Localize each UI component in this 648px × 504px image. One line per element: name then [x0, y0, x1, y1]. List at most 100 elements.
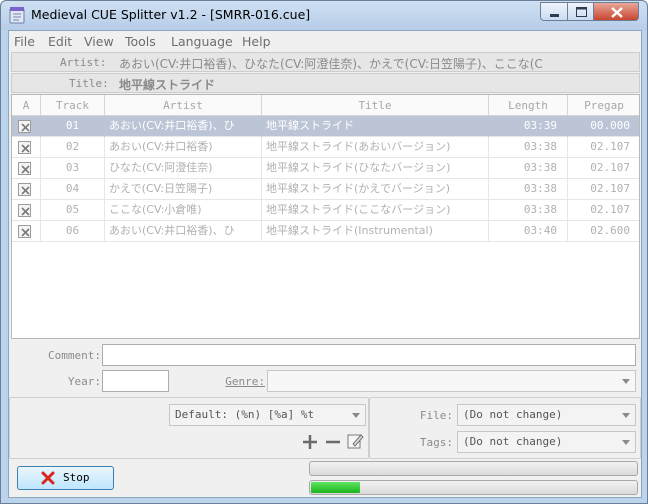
album-artist-row[interactable]: Artist: あおい(CV:井口裕香)、ひなた(CV:阿澄佳奈)、かえで(CV…: [11, 52, 640, 72]
track-number-cell: 01: [41, 116, 105, 137]
checkmark-x-icon: [21, 165, 30, 174]
year-label: Year:: [67, 375, 101, 388]
length-cell: 03:38: [489, 137, 568, 158]
minimize-icon: [550, 14, 559, 17]
track-number-cell: 05: [41, 200, 105, 221]
maximize-button[interactable]: [567, 2, 594, 21]
track-number-cell: 06: [41, 221, 105, 242]
minimize-button[interactable]: [540, 2, 568, 21]
track-row[interactable]: 03 ひなた(CV:阿澄佳奈) 地平線ストライド(ひなたバージョン) 03:38 02.…: [12, 158, 639, 179]
pregap-cell: 02.107: [590, 182, 630, 195]
file-label: File:: [419, 409, 453, 422]
album-title-row[interactable]: Title: 地平線ストライド: [11, 73, 640, 93]
chevron-down-icon: [622, 413, 630, 418]
checkmark-x-icon: [21, 228, 30, 237]
window-title: Medieval CUE Splitter v1.2 - [SMRR-016.c…: [31, 7, 311, 22]
artist-cell: あおい(CV:井口裕香)、ひ: [105, 116, 262, 137]
remove-icon[interactable]: [324, 433, 342, 451]
naming-format-value: Default: (%n) [%a] %t: [175, 408, 315, 421]
comment-label: Comment:: [48, 349, 101, 362]
active-cell: [12, 116, 41, 137]
pregap-cell: 02.107: [590, 140, 630, 153]
track-checkbox[interactable]: [18, 225, 31, 238]
track-number-cell: 04: [41, 179, 105, 200]
edit-icon[interactable]: [346, 432, 364, 450]
tags-value: (Do not change): [463, 435, 563, 448]
column-header-pregap[interactable]: Pregap: [568, 95, 639, 116]
active-cell: [12, 158, 41, 179]
length-cell: 03:38: [489, 179, 568, 200]
track-checkbox[interactable]: [18, 162, 31, 175]
checkmark-x-icon: [21, 123, 30, 132]
menu-view[interactable]: View: [84, 34, 114, 49]
year-field[interactable]: [102, 370, 169, 392]
file-value: (Do not change): [463, 408, 563, 421]
chevron-down-icon: [352, 413, 360, 418]
tags-combobox[interactable]: (Do not change): [457, 431, 636, 453]
pregap-cell: 00.000: [590, 119, 630, 132]
length-cell: 03:38: [489, 158, 568, 179]
app-icon: [9, 7, 25, 24]
column-header-length[interactable]: Length: [489, 95, 568, 116]
artist-cell: あおい(CV:井口裕香): [105, 137, 262, 158]
track-checkbox[interactable]: [18, 204, 31, 217]
title-bar[interactable]: Medieval CUE Splitter v1.2 - [SMRR-016.c…: [1, 1, 647, 30]
track-checkbox[interactable]: [18, 183, 31, 196]
track-number-cell: 03: [41, 158, 105, 179]
track-row[interactable]: 06 あおい(CV:井口裕香)、ひ 地平線ストライド(Instrumental) 03…: [12, 221, 639, 242]
title-cell: 地平線ストライド(ここなバージョン): [262, 200, 489, 221]
active-cell: [12, 200, 41, 221]
comment-field[interactable]: [102, 344, 636, 366]
chevron-down-icon: [622, 440, 630, 445]
track-list-header: A Track Artist Title Length Pregap: [12, 95, 639, 116]
length-cell: 03:40: [489, 221, 568, 242]
stop-button[interactable]: Stop: [17, 466, 114, 490]
menu-tools[interactable]: Tools: [125, 34, 156, 49]
column-header-artist[interactable]: Artist: [105, 95, 262, 116]
active-cell: [12, 221, 41, 242]
track-row[interactable]: 05 ここな(CV:小倉唯) 地平線ストライド(ここなバージョン) 03:38 02.1…: [12, 200, 639, 221]
track-row[interactable]: 01 あおい(CV:井口裕香)、ひ 地平線ストライド 03:39 00.000: [12, 116, 639, 137]
file-combobox[interactable]: (Do not change): [457, 404, 636, 426]
menu-language[interactable]: Language: [171, 34, 233, 49]
client-area: File Edit View Tools Language Help Artis…: [8, 30, 642, 498]
menu-bar: File Edit View Tools Language Help: [9, 31, 641, 51]
track-checkbox[interactable]: [18, 141, 31, 154]
column-header-track[interactable]: Track: [41, 95, 105, 116]
close-button[interactable]: [593, 2, 639, 21]
checkmark-x-icon: [21, 207, 30, 216]
genre-label: Genre:: [225, 375, 265, 388]
track-list[interactable]: A Track Artist Title Length Pregap 01 あおい…: [11, 94, 640, 339]
stop-icon: [41, 471, 55, 485]
track-row[interactable]: 02 あおい(CV:井口裕香) 地平線ストライド(あおいバージョン) 03:38 02.…: [12, 137, 639, 158]
track-row[interactable]: 04 かえで(CV:日笠陽子) 地平線ストライド(かえでバージョン) 03:38 02.…: [12, 179, 639, 200]
artist-cell: あおい(CV:井口裕香)、ひ: [105, 221, 262, 242]
title-cell: 地平線ストライド(あおいバージョン): [262, 137, 489, 158]
current-progress-bar: [309, 480, 638, 495]
menu-help[interactable]: Help: [242, 34, 271, 49]
app-window: Medieval CUE Splitter v1.2 - [SMRR-016.c…: [0, 0, 648, 504]
artist-cell: ここな(CV:小倉唯): [105, 200, 262, 221]
total-progress-bar: [309, 461, 638, 476]
tags-label: Tags:: [419, 436, 453, 449]
menu-file[interactable]: File: [14, 34, 35, 49]
stop-label: Stop: [63, 471, 90, 484]
genre-combobox[interactable]: [267, 370, 636, 392]
pregap-cell: 02.600: [590, 224, 630, 237]
track-checkbox[interactable]: [18, 120, 31, 133]
active-cell: [12, 179, 41, 200]
album-title-value[interactable]: 地平線ストライド: [119, 76, 639, 93]
menu-edit[interactable]: Edit: [48, 34, 72, 49]
active-cell: [12, 137, 41, 158]
artist-cell: ひなた(CV:阿澄佳奈): [105, 158, 262, 179]
title-cell: 地平線ストライド: [262, 116, 489, 137]
naming-format-combobox[interactable]: Default: (%n) [%a] %t: [169, 404, 366, 426]
pregap-cell: 02.107: [590, 161, 630, 174]
album-title-label: Title:: [69, 77, 109, 90]
add-icon[interactable]: [301, 433, 319, 451]
checkmark-x-icon: [21, 144, 30, 153]
column-header-title[interactable]: Title: [262, 95, 489, 116]
column-header-active[interactable]: A: [12, 95, 41, 116]
album-artist-value[interactable]: あおい(CV:井口裕香)、ひなた(CV:阿澄佳奈)、かえで(CV:日笠陽子)、こ…: [119, 55, 639, 72]
chevron-down-icon: [622, 379, 630, 384]
